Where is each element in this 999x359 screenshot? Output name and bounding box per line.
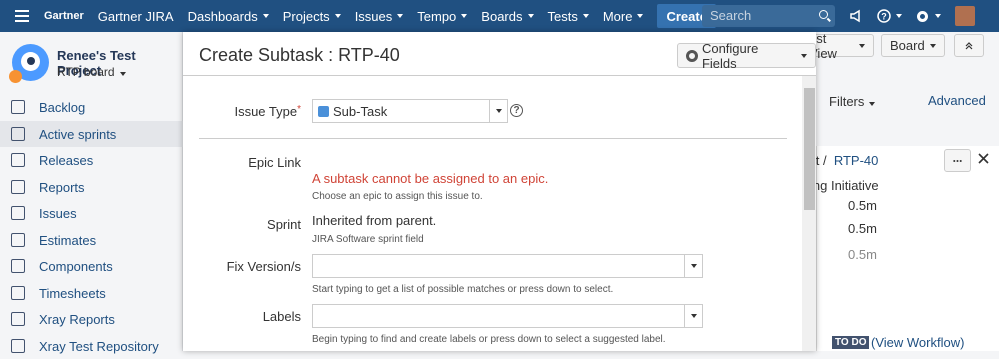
chevron-down-icon[interactable] bbox=[489, 100, 507, 122]
advanced-link[interactable]: Advanced bbox=[928, 93, 986, 108]
sidebar-item-xray-test-repository[interactable]: Xray Test Repository bbox=[0, 333, 183, 359]
sidebar-item-backlog[interactable]: Backlog bbox=[0, 94, 183, 120]
nav-tests[interactable]: Tests bbox=[548, 9, 589, 24]
dialog-header: Create Subtask : RTP-40 Configure Fields bbox=[183, 32, 816, 76]
clock-icon bbox=[11, 286, 25, 300]
search-icon bbox=[819, 10, 828, 19]
help-menu-icon[interactable]: ? bbox=[877, 0, 902, 32]
issue-detail-panel bbox=[816, 146, 999, 351]
chart-icon bbox=[11, 180, 25, 194]
sidebar-item-components[interactable]: Components bbox=[0, 253, 183, 279]
brand-logo[interactable]: Gartner bbox=[44, 10, 84, 22]
gear-icon[interactable] bbox=[915, 0, 941, 32]
time-value: 0.5m bbox=[848, 221, 877, 236]
chevron-down-icon bbox=[262, 14, 269, 18]
chevron-down-icon bbox=[582, 14, 589, 18]
section-divider bbox=[199, 138, 787, 139]
board-selector[interactable]: RTP board bbox=[57, 65, 126, 79]
time-value: 0.5m bbox=[848, 247, 877, 262]
more-actions-icon[interactable] bbox=[944, 149, 971, 172]
issue-type-select[interactable]: Sub-Task bbox=[312, 99, 508, 123]
fix-versions-label: Fix Version/s bbox=[226, 259, 301, 274]
view-workflow-link[interactable]: (View Workflow) bbox=[871, 335, 964, 350]
issue-key-link[interactable]: RTP-40 bbox=[834, 153, 879, 168]
menu-icon[interactable] bbox=[0, 0, 44, 32]
chevron-down-icon[interactable] bbox=[684, 305, 702, 327]
labels-hint: Begin typing to find and create labels o… bbox=[312, 334, 666, 345]
sidebar-item-estimates[interactable]: Estimates bbox=[0, 227, 183, 253]
create-subtask-dialog: Create Subtask : RTP-40 Configure Fields… bbox=[183, 32, 816, 351]
chevron-down-icon bbox=[397, 14, 404, 18]
svg-text:?: ? bbox=[881, 12, 887, 22]
close-icon[interactable] bbox=[978, 152, 989, 167]
puzzle-icon bbox=[11, 233, 25, 247]
user-avatar[interactable] bbox=[955, 6, 975, 26]
board-icon bbox=[11, 127, 25, 141]
sidebar-item-issues[interactable]: Issues bbox=[0, 200, 183, 226]
initiative-label: ing Initiative bbox=[810, 178, 879, 193]
gear-icon bbox=[686, 49, 698, 62]
sidebar-item-reports[interactable]: Reports bbox=[0, 174, 183, 200]
sidebar-item-timesheets[interactable]: Timesheets bbox=[0, 280, 183, 306]
nav-app-title[interactable]: Gartner JIRA bbox=[98, 9, 174, 24]
search-input[interactable]: Search bbox=[702, 5, 835, 27]
scrollbar-thumb[interactable] bbox=[804, 88, 815, 210]
epic-link-error: A subtask cannot be assigned to an epic. bbox=[312, 171, 549, 186]
time-value: 0.5m bbox=[848, 198, 877, 213]
chevron-down-icon[interactable] bbox=[684, 255, 702, 277]
sidebar: Renee's Test Project RTP board Backlog A… bbox=[0, 32, 183, 354]
dialog-title: Create Subtask : RTP-40 bbox=[199, 45, 400, 65]
labels-input[interactable] bbox=[312, 304, 703, 328]
labels-label: Labels bbox=[262, 309, 301, 324]
xray-icon bbox=[11, 312, 25, 326]
chevron-down-icon bbox=[461, 14, 468, 18]
ship-icon bbox=[11, 153, 25, 167]
help-icon[interactable]: ? bbox=[510, 104, 523, 117]
sidebar-item-releases[interactable]: Releases bbox=[0, 147, 183, 173]
filters-dropdown[interactable]: Filters bbox=[829, 94, 876, 109]
issue-type-label: Issue Type* bbox=[234, 104, 301, 119]
status-badge: TO DO bbox=[832, 336, 870, 349]
nav-issues[interactable]: Issues bbox=[355, 9, 404, 24]
badge-icon bbox=[9, 70, 22, 83]
epic-link-label: Epic Link bbox=[248, 155, 301, 170]
sprint-value: Inherited from parent. bbox=[312, 213, 437, 228]
nav-projects[interactable]: Projects bbox=[283, 9, 341, 24]
subtask-icon bbox=[318, 106, 329, 117]
issues-icon bbox=[11, 206, 25, 220]
nav-tempo[interactable]: Tempo bbox=[417, 9, 468, 24]
chevron-down-icon bbox=[334, 14, 341, 18]
configure-fields-button[interactable]: Configure Fields bbox=[677, 41, 816, 71]
collapse-icon[interactable] bbox=[954, 34, 984, 57]
backlog-icon bbox=[11, 100, 25, 114]
sprint-hint: JIRA Software sprint field bbox=[312, 234, 424, 245]
sprint-label: Sprint bbox=[267, 217, 301, 232]
nav-dashboards[interactable]: Dashboards bbox=[188, 9, 269, 24]
chevron-down-icon bbox=[527, 14, 534, 18]
fix-versions-hint: Start typing to get a list of possible m… bbox=[312, 284, 614, 295]
fix-versions-input[interactable] bbox=[312, 254, 703, 278]
megaphone-icon[interactable] bbox=[849, 0, 863, 32]
board-button[interactable]: Board bbox=[881, 34, 945, 57]
sidebar-item-xray-reports[interactable]: Xray Reports bbox=[0, 306, 183, 332]
nav-more[interactable]: More bbox=[603, 9, 644, 24]
nav-boards[interactable]: Boards bbox=[481, 9, 534, 24]
epic-link-hint: Choose an epic to assign this issue to. bbox=[312, 191, 483, 202]
chevron-down-icon bbox=[637, 14, 644, 18]
component-icon bbox=[11, 259, 25, 273]
sidebar-item-active-sprints[interactable]: Active sprints bbox=[0, 121, 183, 147]
